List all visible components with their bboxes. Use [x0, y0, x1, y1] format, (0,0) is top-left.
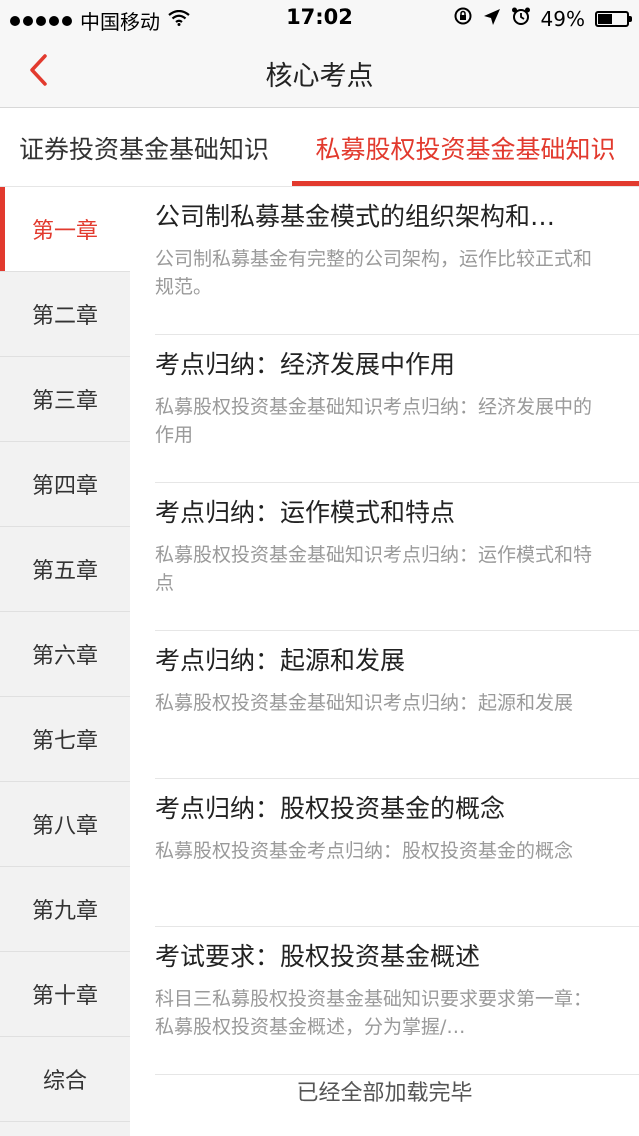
- sidebar-item-chapter-7[interactable]: 第七章: [0, 697, 130, 782]
- list-item-description: 私募股权投资基金基础知识考点归纳：起源和发展: [155, 692, 574, 714]
- sidebar-item-chapter-3[interactable]: 第三章: [0, 357, 130, 442]
- tab-securities-fund[interactable]: 证券投资基金基础知识: [0, 109, 288, 187]
- list-item-description: 公司制私募基金有完整的公司架构，运作比较正式和规范。: [155, 248, 593, 298]
- list-item-title: 考点归纳：经济发展中作用: [155, 350, 456, 379]
- location-arrow-icon: [483, 7, 501, 31]
- status-right: 49%: [453, 6, 632, 31]
- list-item[interactable]: 考点归纳：股权投资基金的概念 私募股权投资基金考点归纳：股权投资基金的概念: [155, 779, 639, 927]
- battery-level: [598, 13, 612, 24]
- sidebar-item-chapter-9[interactable]: 第九章: [0, 867, 130, 952]
- list-item-description: 科目三私募股权投资基金基础知识要求要求第一章：私募股权投资基金概述，分为掌握/…: [155, 988, 593, 1038]
- list-item[interactable]: 考点归纳：起源和发展 私募股权投资基金基础知识考点归纳：起源和发展: [155, 631, 639, 779]
- list-item-description: 私募股权投资基金基础知识考点归纳：经济发展中的作用: [155, 396, 593, 446]
- status-bar: 中国移动 17:02 49%: [0, 0, 639, 36]
- sidebar-item-chapter-6[interactable]: 第六章: [0, 612, 130, 697]
- page-title: 核心考点: [265, 61, 374, 92]
- list-item[interactable]: 考点归纳：经济发展中作用 私募股权投资基金基础知识考点归纳：经济发展中的作用: [155, 335, 639, 483]
- tab-private-equity-fund[interactable]: 私募股权投资基金基础知识: [292, 109, 639, 187]
- list-item-title: 公司制私募基金模式的组织架构和…: [155, 202, 556, 231]
- list-item-description: 私募股权投资基金基础知识考点归纳：运作模式和特点: [155, 544, 593, 594]
- alarm-icon: [511, 6, 531, 31]
- list-item[interactable]: 公司制私募基金模式的组织架构和… 公司制私募基金有完整的公司架构，运作比较正式和…: [155, 187, 639, 335]
- sidebar-item-chapter-10[interactable]: 第十章: [0, 952, 130, 1037]
- list-item-title: 考点归纳：运作模式和特点: [155, 498, 456, 527]
- list-item[interactable]: 考试要求：股权投资基金概述 科目三私募股权投资基金基础知识要求要求第一章：私募股…: [155, 927, 639, 1075]
- sidebar-item-chapter-2[interactable]: 第二章: [0, 272, 130, 357]
- topic-list: 公司制私募基金模式的组织架构和… 公司制私募基金有完整的公司架构，运作比较正式和…: [130, 187, 639, 1136]
- chapter-sidebar: 第一章 第二章 第三章 第四章 第五章 第六章 第七章 第八章 第九章 第十章 …: [0, 187, 130, 1136]
- list-item-title: 考点归纳：股权投资基金的概念: [155, 794, 506, 823]
- sidebar-item-chapter-5[interactable]: 第五章: [0, 527, 130, 612]
- battery-percent: 49%: [540, 6, 585, 31]
- list-item-description: 私募股权投资基金考点归纳：股权投资基金的概念: [155, 840, 574, 862]
- rotation-lock-icon: [453, 6, 473, 31]
- active-tab-indicator: [292, 181, 639, 186]
- nav-bar: 核心考点: [0, 36, 639, 108]
- list-item[interactable]: 考点归纳：运作模式和特点 私募股权投资基金基础知识考点归纳：运作模式和特点: [155, 483, 639, 631]
- list-item-title: 考试要求：股权投资基金概述: [155, 942, 481, 971]
- sidebar-item-chapter-4[interactable]: 第四章: [0, 442, 130, 527]
- list-item-title: 考点归纳：起源和发展: [155, 646, 406, 675]
- sidebar-item-chapter-8[interactable]: 第八章: [0, 782, 130, 867]
- load-complete-footer: 已经全部加载完毕: [296, 1081, 473, 1106]
- battery-icon: [595, 10, 632, 27]
- sidebar-item-comprehensive[interactable]: 综合: [0, 1037, 130, 1122]
- subject-tabs: 证券投资基金基础知识 私募股权投资基金基础知识: [0, 109, 639, 187]
- sidebar-item-chapter-1[interactable]: 第一章: [0, 187, 130, 272]
